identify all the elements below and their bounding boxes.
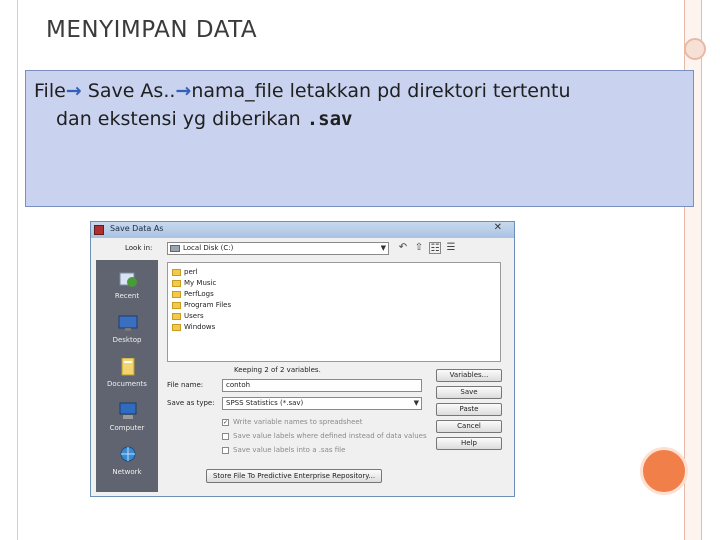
chevron-down-icon[interactable]: ▼	[381, 244, 386, 252]
file-name: Users	[184, 312, 204, 320]
back-icon[interactable]: ↶	[397, 242, 409, 254]
folder-icon	[172, 291, 181, 298]
desktop-icon	[118, 315, 138, 331]
file-name: perl	[184, 268, 198, 276]
text-nama-file: nama_file letakkan pd direktori tertentu	[191, 80, 571, 102]
folder-icon	[172, 313, 181, 320]
content-box: File→ Save As..→nama_file letakkan pd di…	[25, 70, 694, 207]
cancel-button[interactable]: Cancel	[436, 420, 502, 433]
documents-icon	[121, 358, 135, 376]
place-label: Network	[112, 468, 142, 476]
look-in-select[interactable]: Local Disk (C:) ▼	[167, 242, 389, 255]
arrow-right-icon: →	[175, 80, 192, 102]
checkbox-box[interactable]: ✓	[222, 419, 229, 426]
close-icon[interactable]: ✕	[494, 222, 502, 233]
checkbox-box[interactable]	[222, 433, 229, 440]
checkbox-label: Write variable names to spreadsheet	[233, 418, 363, 426]
up-folder-icon[interactable]: ⇧	[413, 242, 425, 254]
checkbox-label: Save value labels into a .sas file	[233, 446, 346, 454]
place-recent[interactable]: Recent	[96, 266, 158, 306]
checkbox-label: Save value labels where defined instead …	[233, 432, 427, 440]
text-extension-desc: dan ekstensi yg diberikan	[56, 108, 307, 130]
folder-icon	[172, 324, 181, 331]
file-name-input[interactable]: contoh	[222, 379, 422, 392]
keeping-variables-text: Keeping 2 of 2 variables.	[234, 366, 321, 374]
save-as-type-label: Save as type:	[167, 399, 215, 407]
drive-icon	[170, 245, 180, 252]
paste-button[interactable]: Paste	[436, 403, 502, 416]
store-to-repository-button[interactable]: Store File To Predictive Enterprise Repo…	[206, 469, 382, 483]
file-name: PerfLogs	[184, 290, 214, 298]
place-label: Documents	[107, 380, 147, 388]
file-name-label: File name:	[167, 381, 204, 389]
file-name: Program Files	[184, 301, 232, 309]
slide-title: MENYIMPAN DATA	[46, 17, 258, 43]
list-view-icon[interactable]: ☷	[429, 242, 441, 254]
computer-icon	[119, 402, 137, 419]
place-label: Computer	[109, 424, 145, 432]
arrow-right-icon: →	[65, 80, 82, 102]
text-save-as: Save As..	[81, 80, 176, 102]
decorative-circle-top	[684, 38, 706, 60]
look-in-label: Look in:	[125, 244, 153, 252]
content-line-2: dan ekstensi yg diberikan .sav	[56, 108, 352, 130]
file-name: My Music	[184, 279, 217, 287]
decorative-left-line	[17, 0, 18, 540]
place-computer[interactable]: Computer	[96, 398, 158, 438]
recent-icon	[119, 272, 137, 287]
file-name: Windows	[184, 323, 216, 331]
chevron-down-icon[interactable]: ▼	[414, 399, 419, 407]
network-icon	[120, 446, 136, 462]
places-bar: Recent Desktop Documents Computer Networ…	[96, 260, 158, 492]
details-view-icon[interactable]: ☰	[445, 242, 457, 254]
save-as-type-select[interactable]: SPSS Statistics (*.sav) ▼	[222, 397, 422, 410]
place-label: Recent	[114, 292, 140, 300]
content-line-1: File→ Save As..→nama_file letakkan pd di…	[34, 80, 571, 102]
dialog-titlebar[interactable]: Save Data As ✕	[91, 222, 514, 238]
folder-icon	[172, 302, 181, 309]
place-desktop[interactable]: Desktop	[96, 310, 158, 350]
place-label: Desktop	[112, 336, 142, 344]
help-button[interactable]: Help	[436, 437, 502, 450]
text-file: File	[34, 80, 66, 102]
file-list[interactable]: perl My Music PerfLogs Program Files Use…	[167, 262, 501, 362]
variables-button[interactable]: Variables...	[436, 369, 502, 382]
place-documents[interactable]: Documents	[96, 354, 158, 394]
file-name-value: contoh	[226, 381, 251, 389]
folder-icon	[172, 269, 181, 276]
folder-icon	[172, 280, 181, 287]
look-in-value: Local Disk (C:)	[183, 244, 234, 252]
text-extension: .sav	[306, 108, 353, 130]
decorative-circle-bottom	[640, 447, 688, 495]
save-as-type-value: SPSS Statistics (*.sav)	[226, 399, 304, 407]
place-network[interactable]: Network	[96, 442, 158, 482]
dialog-title: Save Data As	[110, 224, 164, 233]
save-data-as-dialog: Save Data As ✕ Look in: Local Disk (C:) …	[90, 221, 515, 497]
app-icon	[94, 225, 104, 235]
checkbox-box[interactable]	[222, 447, 229, 454]
save-button[interactable]: Save	[436, 386, 502, 399]
